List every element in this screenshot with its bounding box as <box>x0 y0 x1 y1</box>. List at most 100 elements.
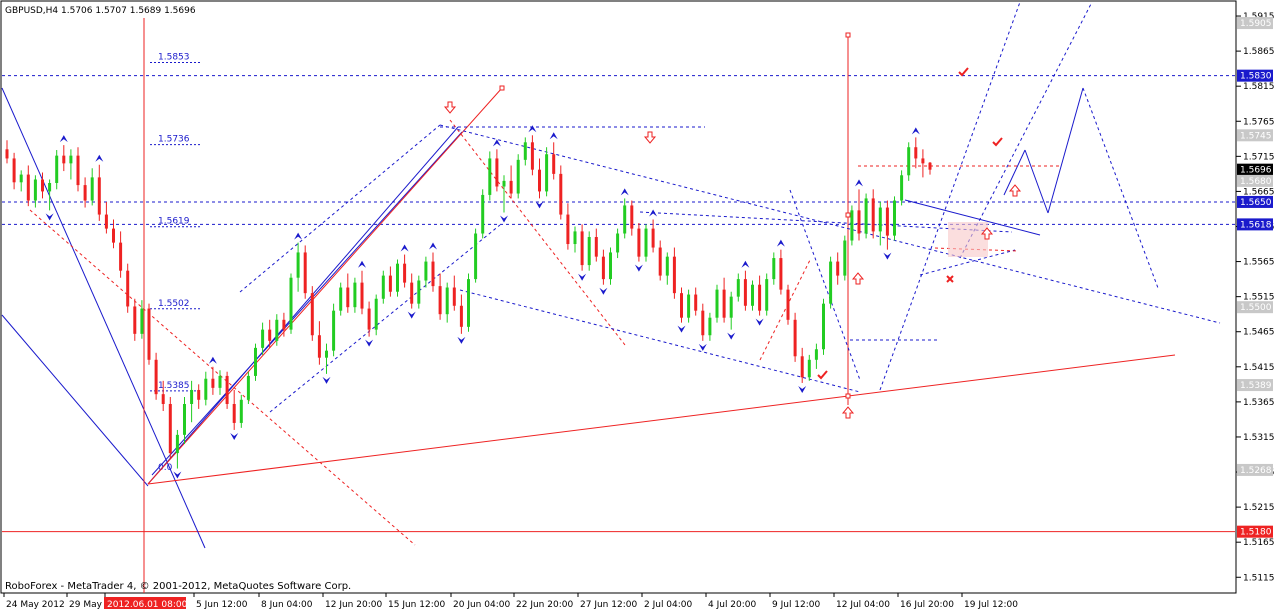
candle-body <box>566 214 570 245</box>
candle-body <box>878 207 882 232</box>
candle-body <box>701 310 705 336</box>
chart-header: GBPUSD,H4 1.5706 1.5707 1.5689 1.5696 <box>5 6 196 16</box>
candle-body <box>33 179 37 201</box>
candle-body <box>225 375 229 404</box>
candle-body <box>289 277 293 330</box>
y-tick-label: 1.5565 <box>1243 258 1274 268</box>
price-box-label: 1.5905 <box>1240 19 1272 29</box>
candle-body <box>388 275 392 292</box>
candle-body <box>467 279 470 327</box>
candle-body <box>431 261 435 287</box>
x-tick-label: 27 Jun 12:00 <box>580 600 637 610</box>
candle-body <box>488 158 492 195</box>
candle-body <box>751 284 754 306</box>
price-box-label: 1.5650 <box>1240 198 1272 208</box>
candle-body <box>26 174 30 201</box>
candle-body <box>90 177 94 201</box>
y-tick-label: 1.5665 <box>1243 187 1274 197</box>
candle-body <box>822 303 825 350</box>
candle-body <box>239 399 243 423</box>
anchor-point <box>845 212 851 218</box>
price-box-label: 1.5696 <box>1240 166 1272 176</box>
candle-body <box>83 185 87 201</box>
x-tick-label: 22 Jun 20:00 <box>516 600 573 610</box>
candle-body <box>616 233 620 253</box>
price-box-label: 1.5389 <box>1240 381 1272 391</box>
candle-body <box>76 155 80 186</box>
candle-body <box>836 261 840 276</box>
candle-body <box>594 237 598 257</box>
candle-body <box>140 308 144 334</box>
y-tick-label: 1.5415 <box>1243 363 1274 373</box>
candle-body <box>5 149 9 159</box>
candle-body <box>523 142 527 160</box>
candle-body <box>914 147 918 159</box>
candle-body <box>112 228 115 243</box>
candle-body <box>175 434 179 454</box>
x-tick-label: 15 Jun 12:00 <box>388 600 445 610</box>
candle-body <box>601 256 605 280</box>
candle-body <box>367 308 371 330</box>
candle-body <box>417 280 421 304</box>
candle-body <box>609 252 612 280</box>
candle-body <box>850 210 854 241</box>
candle-body <box>928 162 932 170</box>
candle-body <box>282 319 286 330</box>
copyright-text: RoboForex - MetaTrader 4, © 2001-2012, M… <box>5 581 351 592</box>
candle-body <box>459 305 463 327</box>
candle-body <box>104 214 108 229</box>
candle-body <box>580 231 584 266</box>
candle-body <box>133 306 137 334</box>
candle-body <box>530 142 534 170</box>
candle-body <box>183 403 186 435</box>
candle-body <box>346 287 350 308</box>
candle-body <box>495 158 499 187</box>
candle-body <box>772 258 776 280</box>
fib-level-label: 1.5619 <box>158 217 190 227</box>
y-tick-label: 1.5365 <box>1243 398 1274 408</box>
candle-body <box>516 159 520 194</box>
candle-body <box>729 296 733 318</box>
candle-body <box>864 198 868 234</box>
fib-level-label: 1.5736 <box>158 135 190 145</box>
candle-body <box>403 263 407 283</box>
candle-body <box>502 180 506 187</box>
candle-body <box>126 270 130 307</box>
x-tick-label: 19 Jul 12:00 <box>964 600 1018 610</box>
candle-body <box>268 329 272 341</box>
price-box-label: 1.5500 <box>1240 303 1272 313</box>
candle-body <box>19 174 23 183</box>
candle-body <box>644 228 648 257</box>
candle-body <box>637 228 641 257</box>
candle-body <box>232 403 236 423</box>
candle-body <box>545 154 549 192</box>
candle-body <box>147 308 151 360</box>
candle-body <box>41 179 44 192</box>
candle-body <box>62 155 66 164</box>
price-chart[interactable]: 1.58531.57361.56191.55021.53850.0 1.5915… <box>0 0 1274 611</box>
x-tick-label: 29 May <box>69 600 103 610</box>
candle-body <box>410 282 414 304</box>
candle-body <box>69 155 73 164</box>
candle-body <box>190 389 194 404</box>
candle-body <box>552 154 556 174</box>
candle-body <box>800 356 804 378</box>
candle-body <box>154 359 158 395</box>
candle-body <box>573 231 577 245</box>
candle-body <box>303 252 307 294</box>
price-box-label: 1.5618 <box>1240 220 1272 230</box>
candle-body <box>48 182 52 192</box>
candle-body <box>807 359 811 378</box>
candle-body <box>687 294 691 318</box>
y-tick-label: 1.5165 <box>1243 538 1274 548</box>
x-tick-label: 2012.06.01 08:00 <box>107 600 188 610</box>
candle-body <box>630 205 634 229</box>
candle-body <box>665 256 669 276</box>
fib-level-label: 1.5853 <box>158 53 190 63</box>
candle-body <box>12 158 16 183</box>
y-tick-label: 1.5515 <box>1243 293 1274 303</box>
x-tick-label: 2 Jul 04:00 <box>644 600 693 610</box>
anchor-point <box>845 393 851 399</box>
candle-body <box>658 247 662 276</box>
anchor-point <box>499 85 505 91</box>
